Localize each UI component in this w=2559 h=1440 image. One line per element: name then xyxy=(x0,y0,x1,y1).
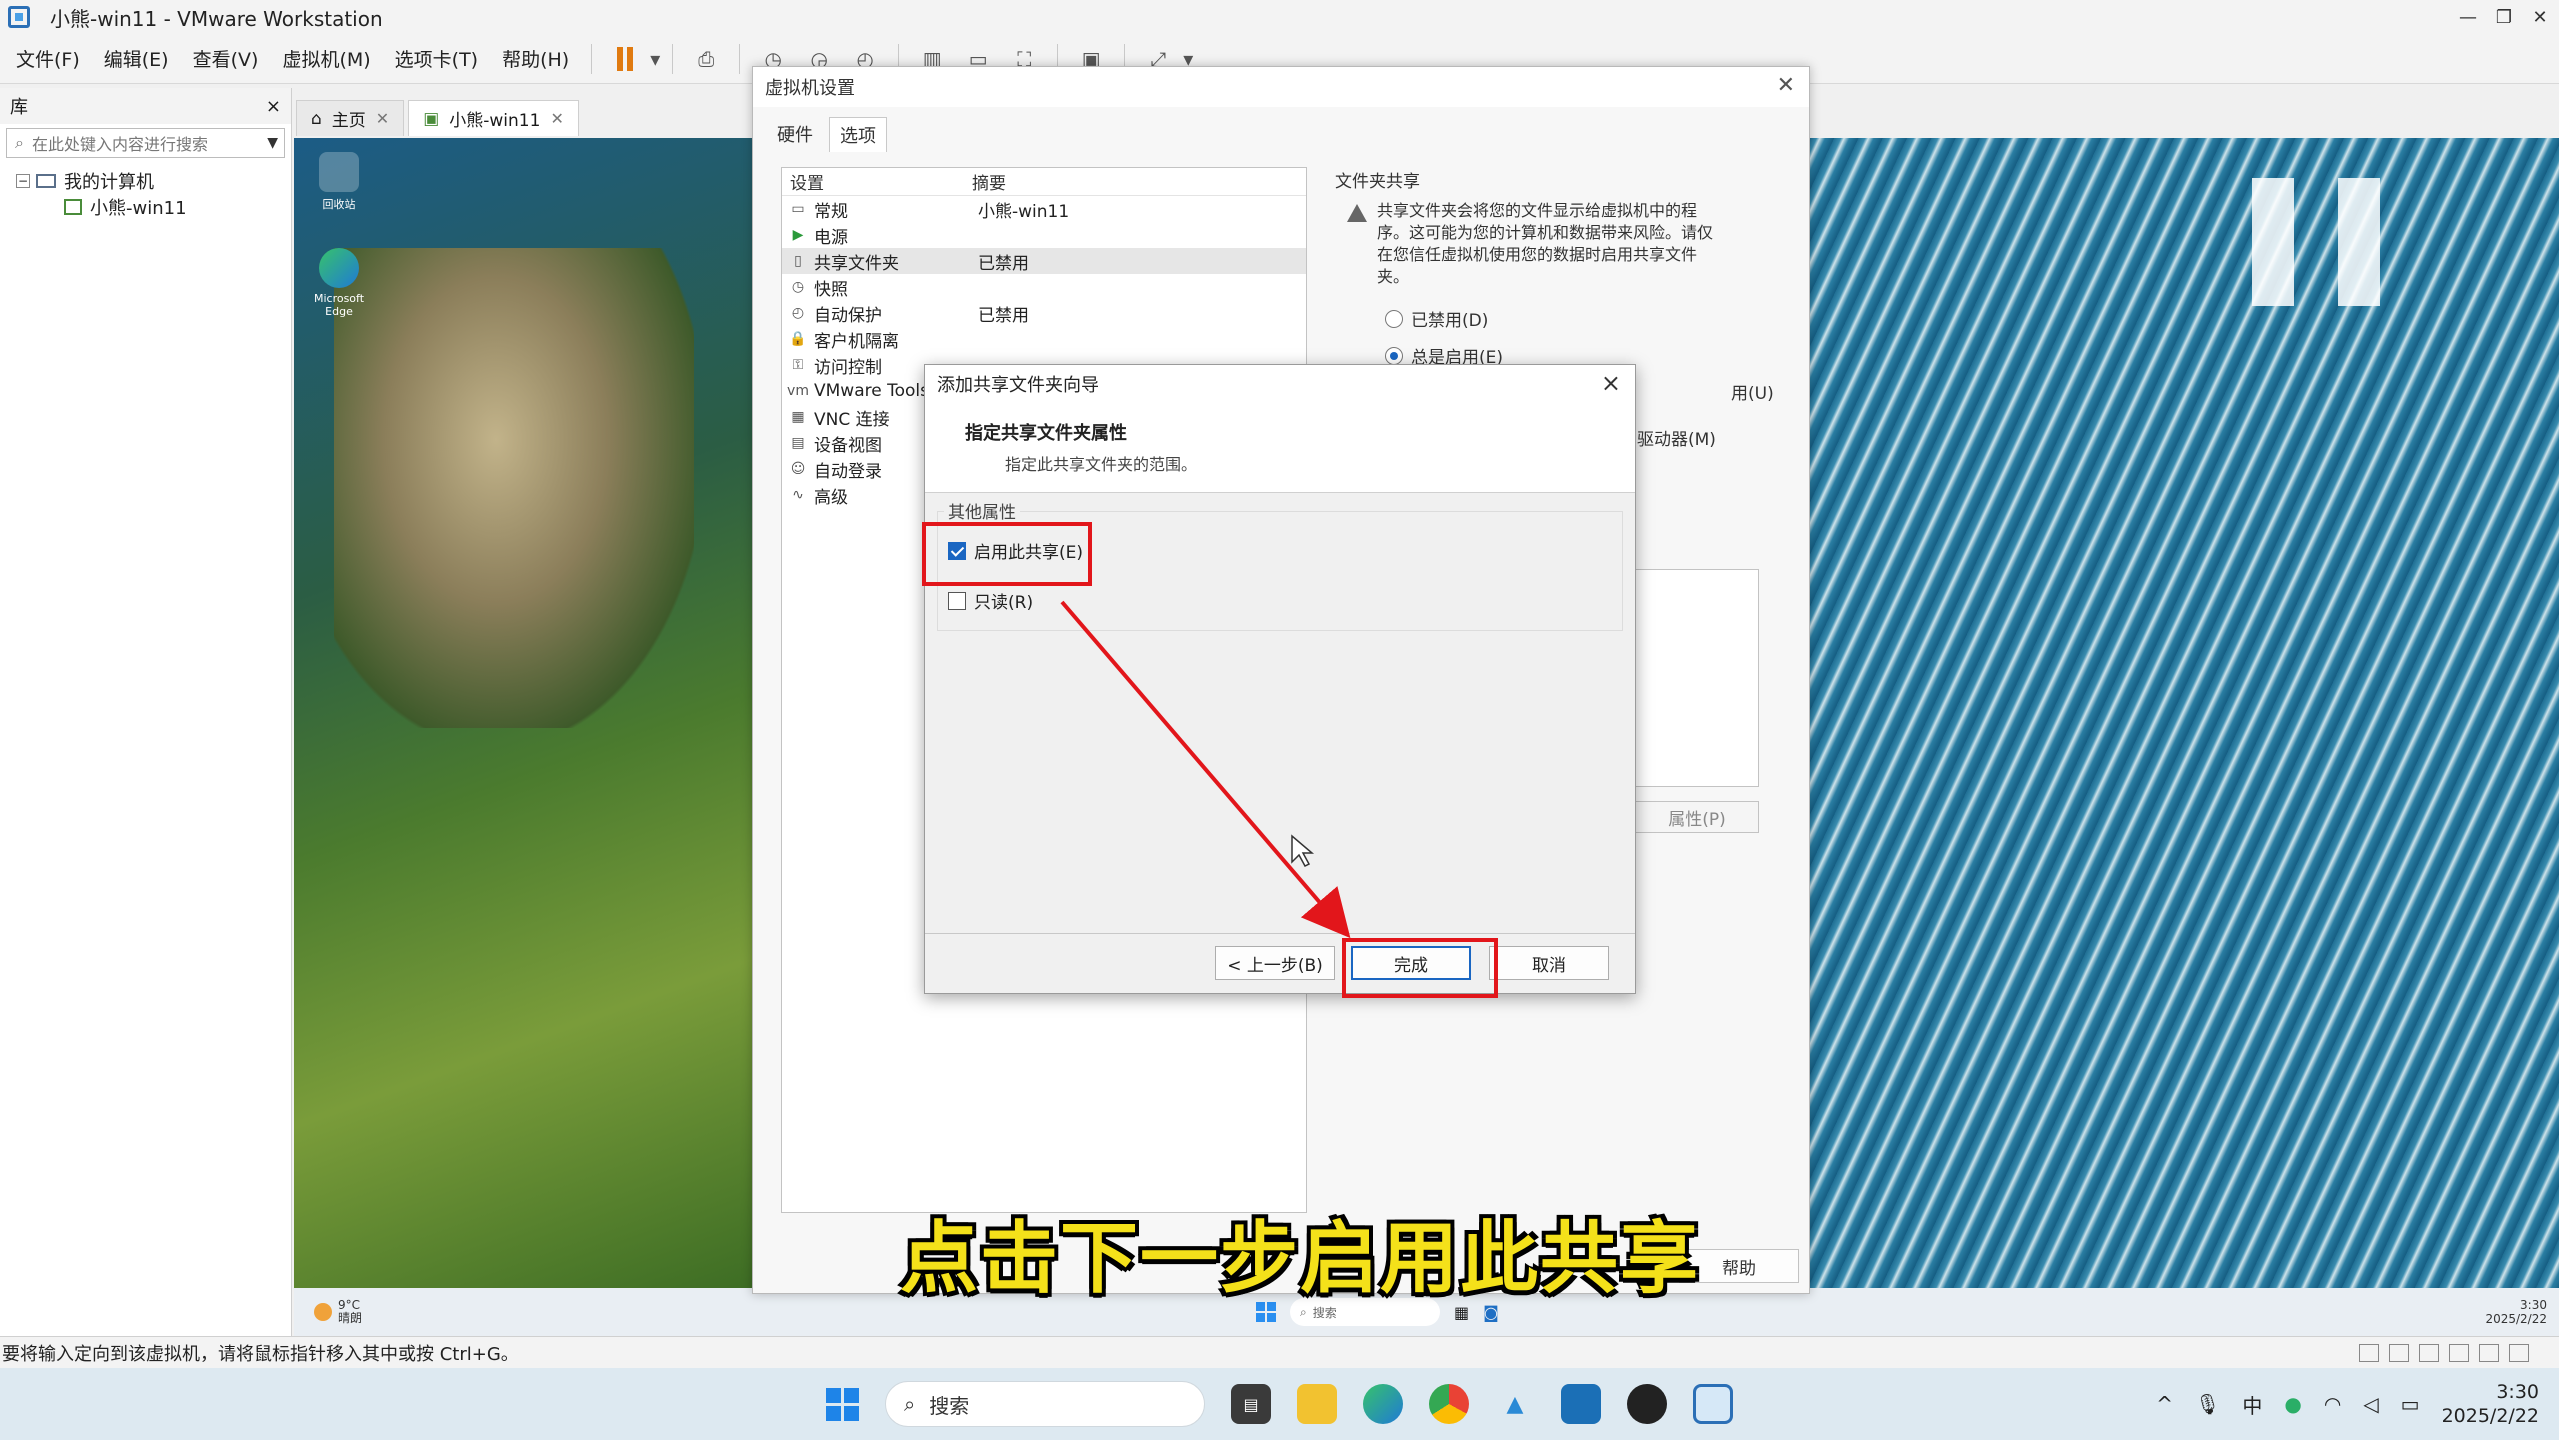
ime-indicator[interactable]: 中 xyxy=(2242,1390,2262,1419)
status-bar: 要将输入定向到该虚拟机，请将鼠标指针移入其中或按 Ctrl+G。 xyxy=(0,1336,2559,1368)
sound-icon[interactable] xyxy=(2479,1343,2499,1362)
volume-icon[interactable]: ◁ xyxy=(2363,1392,2378,1416)
search-icon: ⌕ xyxy=(904,1392,916,1416)
wifi-icon[interactable]: ◠ xyxy=(2324,1392,2341,1416)
remote-desktop-icon[interactable] xyxy=(1561,1384,1601,1424)
hdd-icon[interactable] xyxy=(2359,1343,2379,1362)
host-time: 3:30 xyxy=(2496,1381,2539,1403)
chrome-icon[interactable] xyxy=(1429,1384,1469,1424)
chevron-up-icon[interactable]: ^ xyxy=(2156,1392,2173,1416)
host-search-label: 搜索 xyxy=(929,1393,970,1418)
edge-icon[interactable] xyxy=(1363,1384,1403,1424)
task-view-icon[interactable]: ▤ xyxy=(1231,1384,1271,1424)
usb-icon[interactable] xyxy=(2449,1343,2469,1362)
cdrom-icon[interactable] xyxy=(2389,1343,2409,1362)
status-text: 要将输入定向到该虚拟机，请将鼠标指针移入其中或按 Ctrl+G。 xyxy=(2,1343,519,1365)
battery-icon[interactable]: ▭ xyxy=(2401,1392,2420,1416)
file-explorer-icon[interactable] xyxy=(1297,1384,1337,1424)
wechat-icon[interactable]: ● xyxy=(2284,1392,2301,1416)
host-search-box[interactable]: ⌕ 搜索 xyxy=(885,1381,1205,1427)
host-date: 2025/2/22 xyxy=(2441,1405,2539,1427)
vmware-taskbar-icon[interactable] xyxy=(1693,1384,1733,1424)
start-icon[interactable] xyxy=(826,1387,859,1421)
host-taskbar-center: ⌕ 搜索 ▤ ▲ xyxy=(826,1368,1733,1440)
microphone-icon[interactable]: 🎙 xyxy=(2195,1392,2220,1416)
app-dark-icon[interactable] xyxy=(1627,1384,1667,1424)
network-icon[interactable] xyxy=(2419,1343,2439,1362)
device-status-icons xyxy=(2359,1343,2529,1362)
video-subtitle: 点击下一步启用此共享 xyxy=(900,1214,1701,1304)
host-taskbar: ⌕ 搜索 ▤ ▲ ^ 🎙 中 ● ◠ ◁ ▭ 3:30 2025/2/22 xyxy=(0,1368,2559,1440)
host-clock[interactable]: 3:30 2025/2/22 xyxy=(2442,1380,2539,1428)
app-triangle-icon[interactable]: ▲ xyxy=(1495,1384,1535,1424)
display-icon[interactable] xyxy=(2509,1343,2529,1362)
system-tray: ^ 🎙 中 ● ◠ ◁ ▭ 3:30 2025/2/22 xyxy=(2156,1380,2539,1428)
